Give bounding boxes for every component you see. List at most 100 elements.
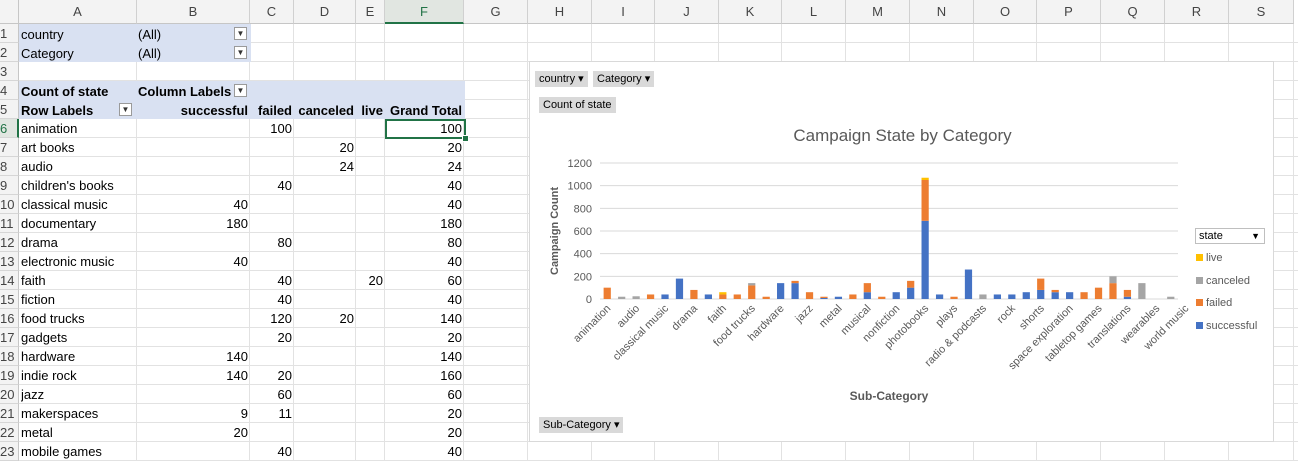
filter-country-label: country	[21, 27, 64, 42]
column-header-P[interactable]: P	[1037, 0, 1101, 24]
row-header-7[interactable]: 7	[0, 138, 19, 157]
spreadsheet[interactable]: ABCDEFGHIJKLMNOPQRS 1 2 3 4 5 6 7 8 9 10 11 12 13 14 1…	[0, 0, 1298, 461]
pivot-cell-canceled: 24	[339, 159, 354, 174]
pivot-cell-total: 140	[440, 311, 462, 326]
column-header-B[interactable]: B	[137, 0, 250, 24]
bar-segment-canceled	[748, 283, 756, 286]
column-header-H[interactable]: H	[528, 0, 592, 24]
column-header-D[interactable]: D	[294, 0, 356, 24]
column-header-R[interactable]: R	[1165, 0, 1229, 24]
legend-swatch	[1196, 299, 1203, 306]
chevron-down-icon: ▾	[613, 419, 620, 431]
pivot-cell-total: 40	[447, 178, 462, 193]
pivot-row-labels: Row Labels	[21, 103, 94, 118]
pivot-chart[interactable]: country ▾ Category ▾ Count of state Camp…	[529, 61, 1274, 442]
column-header-C[interactable]: C	[250, 0, 294, 24]
active-cell-selection[interactable]	[385, 119, 466, 139]
column-header-E[interactable]: E	[356, 0, 385, 24]
pivot-cell-successful	[138, 290, 251, 309]
chart-sub-category-filter-button[interactable]: Sub-Category ▾	[539, 417, 624, 433]
pivot-row-label: makerspaces	[21, 406, 99, 421]
bar-segment-failed	[849, 294, 857, 299]
pivot-cell-canceled	[295, 347, 357, 366]
pivot-cell-live	[357, 309, 386, 328]
column-header-Q[interactable]: Q	[1101, 0, 1165, 24]
bar-segment-failed	[907, 280, 915, 288]
row-header-14[interactable]: 14	[0, 271, 19, 290]
row-header-18[interactable]: 18	[0, 347, 19, 366]
row-labels-dropdown[interactable]: ▼	[119, 103, 132, 116]
column-header-N[interactable]: N	[910, 0, 974, 24]
column-header-G[interactable]: G	[464, 0, 528, 24]
row-header-15[interactable]: 15	[0, 290, 19, 309]
row-header-3[interactable]: 3	[0, 62, 19, 81]
pivot-column-labels: Column Labels	[138, 84, 232, 99]
row-header-1[interactable]: 1	[0, 24, 19, 43]
legend-item-live: live	[1196, 252, 1223, 264]
fill-handle[interactable]	[462, 135, 469, 142]
column-header-O[interactable]: O	[974, 0, 1037, 24]
filter-country-dropdown[interactable]: ▼	[234, 27, 247, 40]
bar-segment-successful	[704, 294, 712, 299]
column-header-J[interactable]: J	[655, 0, 719, 24]
bar-segment-successful	[907, 287, 915, 299]
pivot-row-label: electronic music	[21, 254, 115, 269]
filter-country-value: (All)	[138, 27, 162, 42]
pivot-row-label: audio	[21, 159, 53, 174]
row-header-12[interactable]: 12	[0, 233, 19, 252]
row-header-13[interactable]: 13	[0, 252, 19, 271]
column-header-S[interactable]: S	[1229, 0, 1294, 24]
column-header-F[interactable]: F	[385, 0, 464, 24]
pivot-cell-successful	[138, 309, 251, 328]
pivot-cell-canceled	[295, 233, 357, 252]
row-header-8[interactable]: 8	[0, 157, 19, 176]
chart-plot-area: 020040060080010001200animation audioclass…	[549, 158, 1192, 403]
row-header-6[interactable]: 6	[0, 119, 19, 138]
row-header-11[interactable]: 11	[0, 214, 19, 233]
row-header-17[interactable]: 17	[0, 328, 19, 347]
pivot-cell-live	[357, 347, 386, 366]
x-tick-label: jazz	[793, 303, 816, 326]
bar-segment-successful	[1008, 294, 1016, 299]
pivot-cell-canceled	[295, 366, 357, 385]
row-header-22[interactable]: 22	[0, 423, 19, 442]
pivot-cell-failed: 120	[270, 311, 292, 326]
row-header-16[interactable]: 16	[0, 309, 19, 328]
row-header-21[interactable]: 21	[0, 404, 19, 423]
column-header-L[interactable]: L	[782, 0, 846, 24]
pivot-cell-failed: 11	[278, 406, 293, 421]
row-header-4[interactable]: 4	[0, 81, 19, 100]
column-labels-dropdown[interactable]: ▼	[234, 84, 247, 97]
row-header-10[interactable]: 10	[0, 195, 19, 214]
x-axis-title: Sub-Category	[850, 389, 929, 403]
column-gridline	[1293, 24, 1294, 460]
select-all-corner[interactable]	[0, 0, 19, 24]
row-header-20[interactable]: 20	[0, 385, 19, 404]
bar-segment-failed	[950, 296, 958, 299]
pivot-cell-live	[357, 214, 386, 233]
pivot-cell-failed: 40	[277, 292, 292, 307]
x-tick-label: animation	[571, 303, 613, 345]
bar-segment-successful	[1037, 289, 1045, 299]
column-header-I[interactable]: I	[592, 0, 655, 24]
column-gridline	[527, 24, 528, 460]
legend-state-filter[interactable]: state ▼	[1195, 228, 1265, 244]
legend-label: successful	[1206, 320, 1258, 332]
column-header-K[interactable]: K	[719, 0, 782, 24]
row-header-5[interactable]: 5	[0, 100, 19, 119]
bar-segment-successful	[834, 296, 843, 299]
row-header-19[interactable]: 19	[0, 366, 19, 385]
filter-category-dropdown[interactable]: ▼	[234, 46, 247, 59]
column-header-A[interactable]: A	[19, 0, 137, 24]
pivot-cell-successful	[138, 328, 251, 347]
pivot-cell-canceled: 20	[339, 311, 354, 326]
pivot-cell-canceled	[295, 423, 357, 442]
row-header-9[interactable]: 9	[0, 176, 19, 195]
pivot-cell-live	[357, 138, 386, 157]
header-grand-total: Grand Total	[390, 103, 462, 118]
row-header-2[interactable]: 2	[0, 43, 19, 62]
pivot-cell-total: 80	[447, 235, 462, 250]
row-header-23[interactable]: 23	[0, 442, 19, 461]
column-header-M[interactable]: M	[846, 0, 910, 24]
bar-segment-successful	[1066, 292, 1074, 299]
